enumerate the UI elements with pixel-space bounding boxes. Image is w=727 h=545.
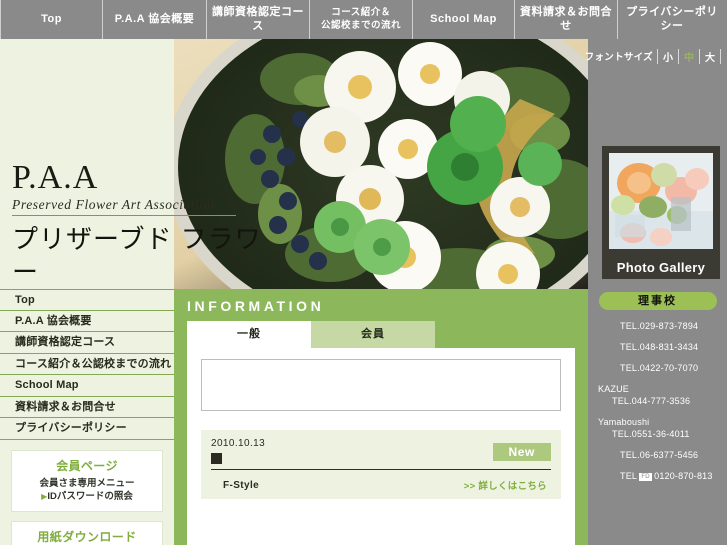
nav-item-contact[interactable]: 資料請求＆お問合せ (515, 0, 618, 39)
news-title: F-Style (223, 479, 260, 491)
member-page-button[interactable]: 会員ページ 会員さま専用メニュー ▶IDパスワードの照会 (11, 449, 163, 513)
news-details-link[interactable]: >> 詳しくはこちら (464, 478, 547, 492)
news-bullet-icon (211, 453, 222, 464)
sidebar-item-label: コース紹介＆公認校までの流れ (15, 357, 172, 370)
sidebar-item-label: P.A.A 協会概要 (15, 314, 92, 327)
sidebar-item-instructor-course[interactable]: 講師資格認定コース (0, 332, 174, 354)
sidebar-item-school-map[interactable]: School Map (0, 375, 174, 397)
nav-item-instructor-course[interactable]: 講師資格認定コース (207, 0, 310, 39)
nav-item-privacy-policy[interactable]: プライバシーポリシー (618, 0, 726, 39)
form-download-title: 用紙ダウンロード (37, 530, 137, 545)
logo-japanese-line1: プリザーブド フラワー (12, 224, 262, 287)
photo-gallery-caption: Photo Gallery (616, 260, 706, 275)
logo-japanese-line2: 芸術協会 (12, 288, 262, 289)
sidebar-item-course-intro[interactable]: コース紹介＆公認校までの流れ (0, 354, 174, 375)
member-page-id-link[interactable]: IDパスワードの照会 (47, 491, 133, 502)
school-entry-kazue[interactable]: KAZUE TEL.044-777-3536 (588, 384, 727, 406)
page-root: Top P.A.A 協会概要 講師資格認定コース コース紹介＆ 公認校までの流れ… (0, 0, 727, 545)
font-size-small-button[interactable]: 小 (657, 48, 678, 64)
freedial-entry[interactable]: TEL FD 0120-870-813 (588, 471, 727, 481)
school-entry[interactable]: TEL.06-6377-5456 (588, 450, 727, 460)
photo-gallery-thumbnail (609, 153, 713, 249)
page-title: INFORMATION (187, 298, 325, 314)
nav-item-label: 講師資格認定コース (212, 5, 304, 32)
logo-acronym: P.A.A (12, 159, 99, 196)
font-size-large-button[interactable]: 大 (699, 48, 721, 64)
sidebar-item-label: プライバシーポリシー (15, 422, 127, 434)
nav-item-top[interactable]: Top (0, 0, 103, 39)
member-page-title: 会員ページ (56, 458, 118, 473)
sidebar-item-label: 講師資格認定コース (15, 336, 116, 348)
nav-item-label-line2: 公認校までの流れ (320, 19, 401, 31)
nav-item-label: プライバシーポリシー (626, 5, 718, 32)
sidebar-buttons: 会員ページ 会員さま専用メニュー ▶IDパスワードの照会 用紙ダウンロード 会員… (0, 440, 174, 545)
top-navigation: Top P.A.A 協会概要 講師資格認定コース コース紹介＆ 公認校までの流れ… (0, 0, 727, 39)
board-schools-heading: 理事校 (598, 292, 717, 310)
nav-item-about[interactable]: P.A.A 協会概要 (103, 0, 207, 39)
school-phone: TEL.0551-36-4011 (612, 429, 690, 439)
banner-placeholder-box (201, 359, 561, 411)
news-item[interactable]: 2010.10.13 New F-Style >> 詳しくはこちら (201, 430, 561, 499)
right-sidebar: 理事校 TEL.029-873-7894 TEL.048-831-3434 TE… (588, 289, 727, 545)
sidebar-item-about[interactable]: P.A.A 協会概要 (0, 311, 174, 332)
news-list: 2010.10.13 New F-Style >> 詳しくはこちら (201, 430, 561, 499)
information-panel: 2010.10.13 New F-Style >> 詳しくはこちら (187, 348, 575, 545)
nav-item-course-intro[interactable]: コース紹介＆ 公認校までの流れ (310, 0, 413, 39)
form-download-button[interactable]: 用紙ダウンロード 会員さま専用 (11, 521, 163, 545)
tab-label: 会員 (361, 328, 385, 340)
school-phone: TEL.048-831-3434 (620, 342, 699, 352)
news-date: 2010.10.13 (211, 438, 266, 449)
information-tabs: 一般 会員 (187, 321, 435, 348)
hero-banner: P.A.A Preserved Flower Art Association プ… (0, 39, 588, 289)
nav-item-label: 資料請求＆お問合せ (520, 5, 612, 32)
member-page-subtitle: 会員さま専用メニュー (39, 477, 135, 489)
photo-gallery-widget[interactable]: Photo Gallery (602, 146, 720, 279)
tab-label: 一般 (237, 328, 261, 340)
nav-item-label: コース紹介＆ (331, 7, 391, 19)
school-phone: TEL.0422-70-7070 (620, 363, 699, 373)
sidebar-item-privacy-policy[interactable]: プライバシーポリシー (0, 418, 174, 440)
site-logo[interactable]: P.A.A Preserved Flower Art Association プ… (12, 161, 262, 289)
nav-item-school-map[interactable]: School Map (413, 0, 515, 39)
freedial-icon: FD (639, 472, 653, 481)
school-phone: TEL.044-777-3536 (612, 396, 691, 406)
sidebar-item-top[interactable]: Top (0, 289, 174, 311)
school-entry[interactable]: TEL.0422-70-7070 (588, 363, 727, 373)
sidebar-item-contact[interactable]: 資料請求＆お問合せ (0, 397, 174, 418)
freedial-number: 0120-870-813 (654, 471, 713, 481)
main-content-panel: INFORMATION 一般 会員 2010.10.13 New F-Style… (174, 289, 588, 545)
tab-member[interactable]: 会員 (311, 321, 435, 348)
school-entry[interactable]: TEL.029-873-7894 (588, 321, 727, 331)
status-badge: New (492, 443, 551, 461)
left-sidebar: Top P.A.A 協会概要 講師資格認定コース コース紹介＆公認校までの流れ … (0, 289, 174, 545)
freedial-prefix: TEL (620, 471, 638, 481)
nav-item-label: School Map (430, 12, 497, 25)
school-entry[interactable]: TEL.048-831-3434 (588, 342, 727, 352)
nav-item-label: P.A.A 協会概要 (114, 12, 195, 25)
tab-general[interactable]: 一般 (187, 321, 311, 348)
sidebar-item-label: School Map (15, 379, 79, 391)
font-size-control: フォントサイズ 小 中 大 (585, 45, 721, 67)
school-entry-yamaboushi[interactable]: Yamaboushi TEL.0551-36-4011 (588, 417, 727, 439)
font-size-medium-button[interactable]: 中 (678, 48, 699, 64)
school-phone: TEL.029-873-7894 (620, 321, 699, 331)
logo-english-name: Preserved Flower Art Association (12, 197, 236, 216)
font-size-label: フォントサイズ (584, 52, 653, 63)
school-phone: TEL.06-6377-5456 (620, 450, 699, 460)
nav-item-label: Top (41, 12, 62, 25)
school-name: Yamaboushi (598, 417, 650, 427)
sidebar-item-label: 資料請求＆お問合せ (15, 400, 116, 413)
sidebar-item-label: Top (15, 294, 35, 306)
school-name: KAZUE (598, 384, 630, 394)
